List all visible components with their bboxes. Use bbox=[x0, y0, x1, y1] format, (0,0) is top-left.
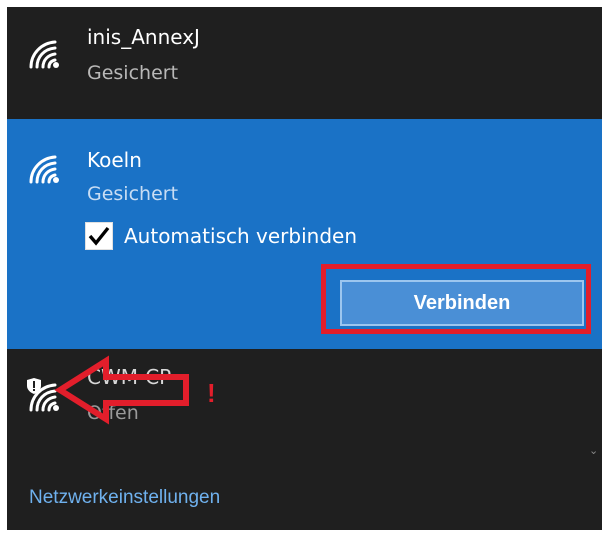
wifi-flyout-panel: inis_AnnexJ Gesichert Koeln Gesichert Au… bbox=[7, 7, 602, 530]
network-item-koeln[interactable]: Koeln Gesichert Automatisch verbinden Ve… bbox=[7, 119, 602, 349]
network-name: inis_AnnexJ bbox=[87, 25, 200, 49]
network-status: Gesichert bbox=[87, 183, 179, 205]
connect-button[interactable]: Verbinden bbox=[340, 280, 584, 326]
network-status: Gesichert bbox=[87, 62, 179, 84]
wifi-icon bbox=[29, 40, 59, 69]
checkmark-icon bbox=[88, 226, 110, 246]
auto-connect-row[interactable]: Automatisch verbinden bbox=[85, 219, 357, 253]
network-item-inis-annexj[interactable]: inis_AnnexJ Gesichert bbox=[7, 7, 602, 119]
scroll-down-icon[interactable]: ⌄ bbox=[589, 444, 601, 457]
wifi-icon bbox=[29, 155, 59, 184]
auto-connect-checkbox[interactable] bbox=[85, 222, 113, 250]
auto-connect-label: Automatisch verbinden bbox=[124, 224, 357, 248]
network-name: Koeln bbox=[87, 148, 142, 172]
annotation-arrow-icon bbox=[54, 355, 189, 425]
annotation-exclamation: ! bbox=[207, 378, 216, 408]
network-settings-link[interactable]: Netzwerkeinstellungen bbox=[29, 487, 220, 509]
